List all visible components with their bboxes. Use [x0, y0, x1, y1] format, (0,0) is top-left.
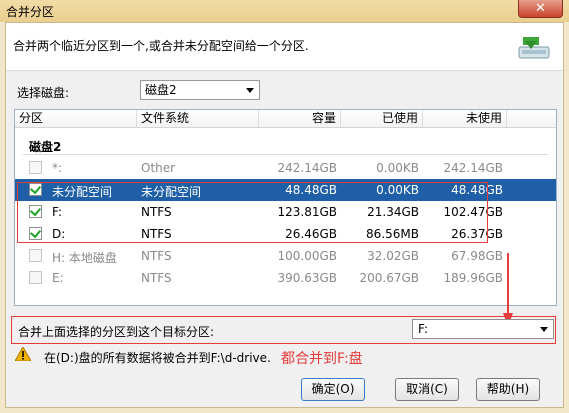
title-bar: 合并分区 ✕ [0, 0, 569, 22]
cell-partition: E: [52, 271, 64, 285]
ok-button[interactable]: 确定(O) [301, 378, 365, 401]
chevron-down-icon[interactable] [246, 88, 254, 93]
cell-used: 200.67GB [359, 271, 419, 285]
cell-capacity: 100.00GB [277, 249, 337, 263]
target-partition-label: 合并上面选择的分区到这个目标分区: [18, 325, 215, 339]
chevron-down-icon[interactable] [540, 327, 548, 332]
table-row[interactable]: *: Other 242.14GB 0.00KB 242.14GB [15, 157, 556, 179]
cell-partition: H: 本地磁盘 [52, 251, 117, 265]
cell-free: 67.98GB [451, 249, 503, 263]
table-row[interactable]: E: NTFS 390.63GB 200.67GB 189.96GB [15, 267, 556, 289]
table-header: 分区 文件系统 容量 已使用 未使用 [15, 110, 556, 128]
cell-partition: *: [52, 161, 63, 175]
close-button[interactable]: ✕ [518, 0, 563, 18]
cell-filesystem: NTFS [141, 249, 172, 263]
column-header-used[interactable]: 已使用 [341, 110, 423, 127]
window-title: 合并分区 [6, 5, 55, 19]
cell-free: 242.14GB [443, 161, 503, 175]
disk-select[interactable]: 磁盘2 [140, 80, 260, 100]
merge-partition-dialog: 合并两个临近分区到一个,或合并未分配空间给一个分区. 选择磁盘: 磁盘2 分区 … [5, 22, 564, 408]
cell-used: 0.00KB [376, 161, 419, 175]
target-partition-select[interactable]: F: [412, 319, 554, 339]
row-checkbox [29, 249, 42, 262]
cell-capacity: 242.14GB [277, 161, 337, 175]
target-select-value: F: [418, 322, 429, 336]
cell-used: 32.02GB [367, 249, 419, 263]
header-description: 合并两个临近分区到一个,或合并未分配空间给一个分区. [13, 39, 309, 53]
annotation-text: 都合并到F:盘 [281, 351, 363, 367]
warning-icon [15, 347, 31, 361]
close-icon[interactable]: ✕ [535, 1, 546, 16]
highlight-box [17, 182, 488, 243]
cell-capacity: 390.63GB [277, 271, 337, 285]
row-checkbox [29, 271, 42, 284]
column-header-capacity[interactable]: 容量 [259, 110, 341, 127]
column-header-free[interactable]: 未使用 [423, 110, 507, 127]
row-checkbox [29, 161, 42, 174]
column-header-partition[interactable]: 分区 [15, 110, 137, 127]
merge-partition-icon [518, 37, 550, 59]
cell-free: 189.96GB [443, 271, 503, 285]
cancel-button[interactable]: 取消(C) [395, 378, 459, 401]
cell-filesystem: NTFS [141, 271, 172, 285]
warning-text: 在(D:)盘的所有数据将被合并到F:\d-drive. [44, 351, 271, 365]
table-row[interactable]: H: 本地磁盘 NTFS 100.00GB 32.02GB 67.98GB [15, 245, 556, 267]
disk-select-label: 选择磁盘: [17, 86, 70, 100]
disk-select-value: 磁盘2 [145, 83, 177, 97]
help-button[interactable]: 帮助(H) [476, 378, 540, 401]
disk-group-label: 磁盘2 [29, 140, 62, 154]
cell-filesystem: Other [141, 161, 176, 175]
dialog-header: 合并两个临近分区到一个,或合并未分配空间给一个分区. [6, 23, 563, 71]
group-divider [23, 154, 548, 155]
column-header-filesystem[interactable]: 文件系统 [137, 110, 259, 127]
